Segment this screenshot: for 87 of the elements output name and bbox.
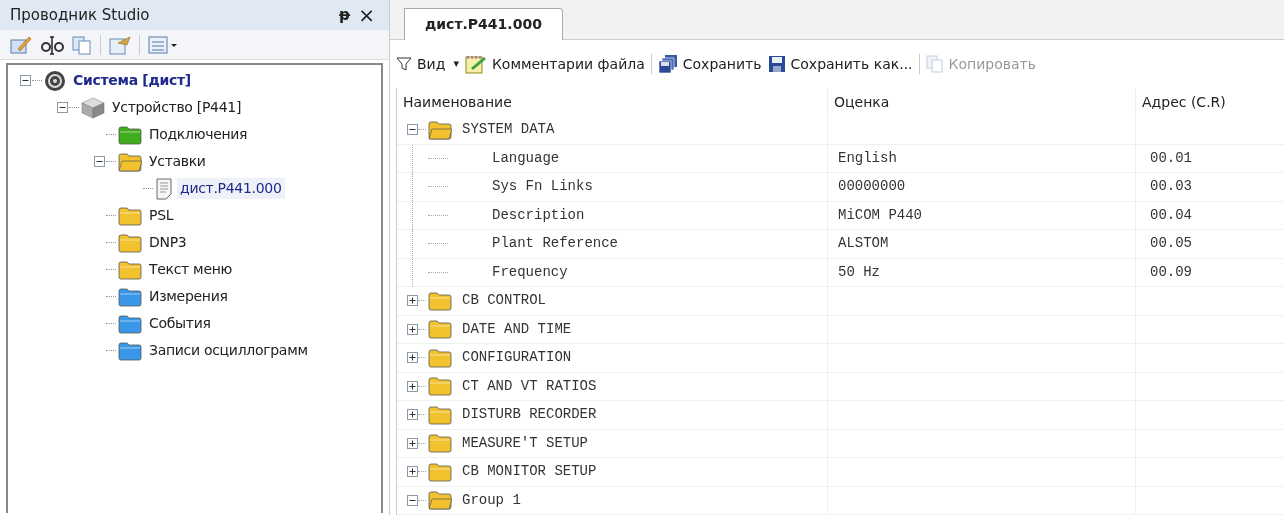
table-cell-text: MEASURE'T SETUP (462, 433, 589, 453)
close-button[interactable]: × (354, 5, 379, 25)
tree-item[interactable]: Текст меню (146, 259, 236, 280)
table-cell-text: ALSTOM (838, 234, 889, 254)
table-cell-text: SYSTEM DATA (462, 120, 555, 140)
filter-icon (396, 56, 412, 72)
collapse-icon[interactable] (56, 102, 68, 113)
properties-icon[interactable] (109, 34, 131, 55)
table-cell-text: 00.01 (1150, 148, 1192, 168)
folder-icon (118, 340, 142, 361)
tree-item[interactable]: DNP3 (146, 232, 190, 253)
table-cell-text: 00000000 (838, 177, 906, 197)
table-cell-text: CB CONTROL (462, 291, 546, 311)
toolbar-button[interactable]: Комментарии файла (464, 53, 645, 75)
disc-icon (44, 69, 66, 92)
list-view-icon[interactable] (148, 34, 178, 55)
copy-icon (925, 55, 944, 73)
folder-icon (118, 205, 142, 226)
tree-item[interactable]: Система [дист] (70, 70, 194, 91)
expand-icon[interactable] (407, 295, 418, 307)
cube-icon (81, 96, 105, 119)
tree-item[interactable]: События (146, 313, 214, 334)
collapse-icon[interactable] (407, 124, 418, 136)
expand-icon[interactable] (407, 352, 418, 364)
open-folder-icon (428, 490, 452, 511)
folder-icon (428, 290, 452, 311)
toolbar-button[interactable]: Сохранить как... (767, 53, 913, 75)
folder-icon (118, 313, 142, 334)
open-folder-icon (118, 151, 142, 172)
table-cell-text: 00.09 (1150, 262, 1192, 282)
folder-icon (118, 286, 142, 307)
document-tab[interactable]: дист.P441.000 (404, 8, 563, 40)
table-cell-text: 00.05 (1150, 234, 1192, 254)
edit-icon[interactable] (10, 34, 32, 55)
expand-icon[interactable] (407, 409, 418, 421)
table-cell-text: Plant Reference (492, 234, 619, 254)
table-cell-text: CT AND VT RATIOS (462, 376, 597, 396)
table-cell-text: 00.03 (1150, 177, 1192, 197)
save-all-icon (657, 54, 678, 74)
tree-item[interactable]: Подключения (146, 124, 251, 145)
tree-item[interactable]: дист.P441.000 (177, 178, 285, 199)
expand-icon[interactable] (407, 466, 418, 478)
tree-item[interactable]: PSL (146, 205, 177, 226)
folder-icon (428, 376, 452, 397)
tree-item[interactable]: Уставки (146, 151, 209, 172)
document-icon (155, 177, 173, 200)
collapse-icon[interactable] (19, 75, 31, 86)
table-cell-text: DATE AND TIME (462, 319, 572, 339)
table-cell-text: 00.04 (1150, 205, 1192, 225)
expand-icon[interactable] (407, 323, 418, 335)
notepad-icon (464, 54, 487, 74)
pin-button[interactable]: ᵽ (335, 3, 355, 27)
column-header[interactable]: Наименование (397, 88, 827, 116)
table-cell-text: CB MONITOR SETUP (462, 462, 597, 482)
collapse-icon[interactable] (407, 494, 418, 506)
table-cell-text: MiCOM P440 (838, 205, 922, 225)
table-cell-text: Sys Fn Links (492, 177, 593, 197)
table-cell-text: DISTURB RECORDER (462, 405, 597, 425)
folder-icon (428, 461, 452, 482)
folder-icon (118, 124, 142, 145)
toolbar-button[interactable]: Вид ▾ (396, 53, 459, 75)
panel-title: Проводник Studio (10, 4, 151, 26)
column-header[interactable]: Оценка (828, 88, 1135, 116)
folder-icon (428, 404, 452, 425)
folder-icon (428, 347, 452, 368)
tree-item[interactable]: Устройство [P441] (109, 97, 245, 118)
folder-icon (118, 232, 142, 253)
expand-icon[interactable] (407, 437, 418, 449)
open-folder-icon (428, 119, 452, 140)
table-cell-text: Description (492, 205, 585, 225)
floppy-icon (767, 55, 786, 73)
tree-item[interactable]: Записи осциллограмм (146, 340, 311, 361)
table-cell-text: Language (492, 148, 560, 168)
expand-icon[interactable] (407, 380, 418, 392)
column-header[interactable]: Адрес (C.R) (1136, 88, 1284, 116)
folder-icon (428, 319, 452, 340)
tree-item[interactable]: Измерения (146, 286, 231, 307)
table-cell-text: CONFIGURATION (462, 348, 572, 368)
table-cell-text: 50 Hz (838, 262, 880, 282)
table-cell-text: English (838, 148, 897, 168)
rename-icon[interactable] (40, 33, 64, 56)
collapse-icon[interactable] (93, 156, 105, 167)
table-cell-text: Frequency (492, 262, 568, 282)
toolbar-button[interactable]: Сохранить (657, 53, 762, 75)
folder-icon (118, 259, 142, 280)
table-cell-text: Group 1 (462, 490, 521, 510)
folder-icon (428, 433, 452, 454)
